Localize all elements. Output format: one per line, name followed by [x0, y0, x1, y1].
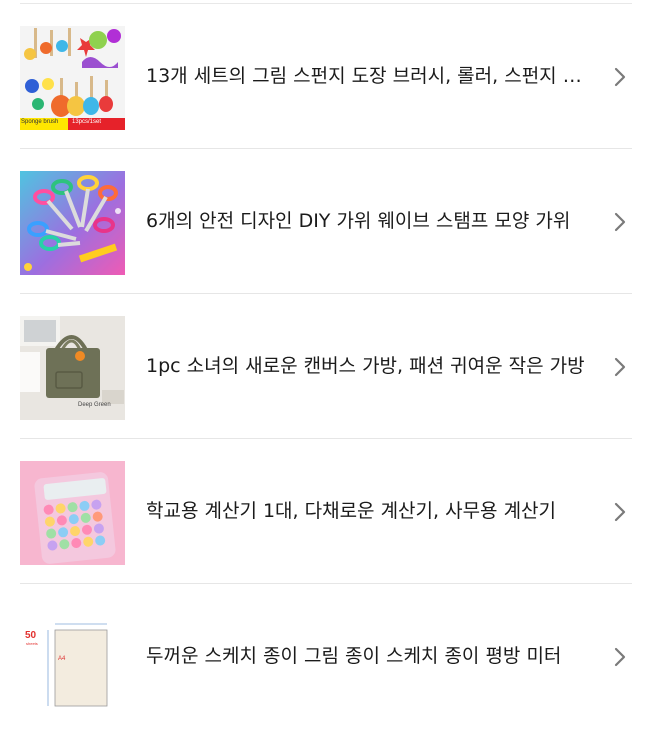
chevron-right-icon[interactable] — [610, 356, 630, 378]
list-item[interactable]: Deep Green 1pc 소녀의 새로운 캔버스 가방, 패션 귀여운 작은… — [20, 294, 632, 439]
list-item[interactable]: 학교용 계산기 1대, 다채로운 계산기, 사무용 계산기 — [20, 439, 632, 584]
product-title[interactable]: 학교용 계산기 1대, 다채로운 계산기, 사무용 계산기 — [146, 495, 591, 527]
product-thumbnail: Deep Green — [20, 316, 125, 420]
product-thumbnail — [20, 461, 125, 565]
product-thumbnail: Sponge brush 13pcs/1set — [20, 26, 125, 130]
scissors-image — [20, 171, 125, 275]
thumb-count: 50 — [25, 630, 37, 641]
thumb-label: Deep Green — [78, 402, 111, 408]
product-thumbnail: 50 sheets A4 — [20, 606, 125, 710]
product-title[interactable]: 1pc 소녀의 새로운 캔버스 가방, 패션 귀여운 작은 가방 — [146, 350, 591, 382]
thumb-label-right: 13pcs/1set — [72, 119, 102, 125]
list-item[interactable]: Sponge brush 13pcs/1set 13개 세트의 그림 스펀지 도… — [20, 4, 632, 149]
thumb-size-label: A4 — [58, 656, 66, 662]
product-list: Sponge brush 13pcs/1set 13개 세트의 그림 스펀지 도… — [0, 0, 648, 710]
sketch-paper-image — [20, 606, 125, 710]
product-thumbnail — [20, 171, 125, 275]
calculator-image — [20, 461, 125, 565]
thumb-label-left: Sponge brush — [21, 119, 59, 125]
chevron-right-icon[interactable] — [610, 66, 630, 88]
chevron-right-icon[interactable] — [610, 501, 630, 523]
sponge-brush-image — [20, 26, 125, 130]
list-item[interactable]: 50 sheets A4 두꺼운 스케치 종이 그림 종이 스케치 종이 평방 … — [20, 584, 632, 729]
product-title[interactable]: 13개 세트의 그림 스펀지 도장 브러시, 롤러, 스펀지 패드 — [146, 60, 591, 92]
chevron-right-icon[interactable] — [610, 646, 630, 668]
chevron-right-icon[interactable] — [610, 211, 630, 233]
thumb-count-unit: sheets — [26, 641, 38, 646]
list-item[interactable]: 6개의 안전 디자인 DIY 가위 웨이브 스탬프 모양 가위 — [20, 149, 632, 294]
product-title[interactable]: 6개의 안전 디자인 DIY 가위 웨이브 스탬프 모양 가위 — [146, 205, 591, 237]
product-title[interactable]: 두꺼운 스케치 종이 그림 종이 스케치 종이 평방 미터 — [146, 640, 591, 672]
